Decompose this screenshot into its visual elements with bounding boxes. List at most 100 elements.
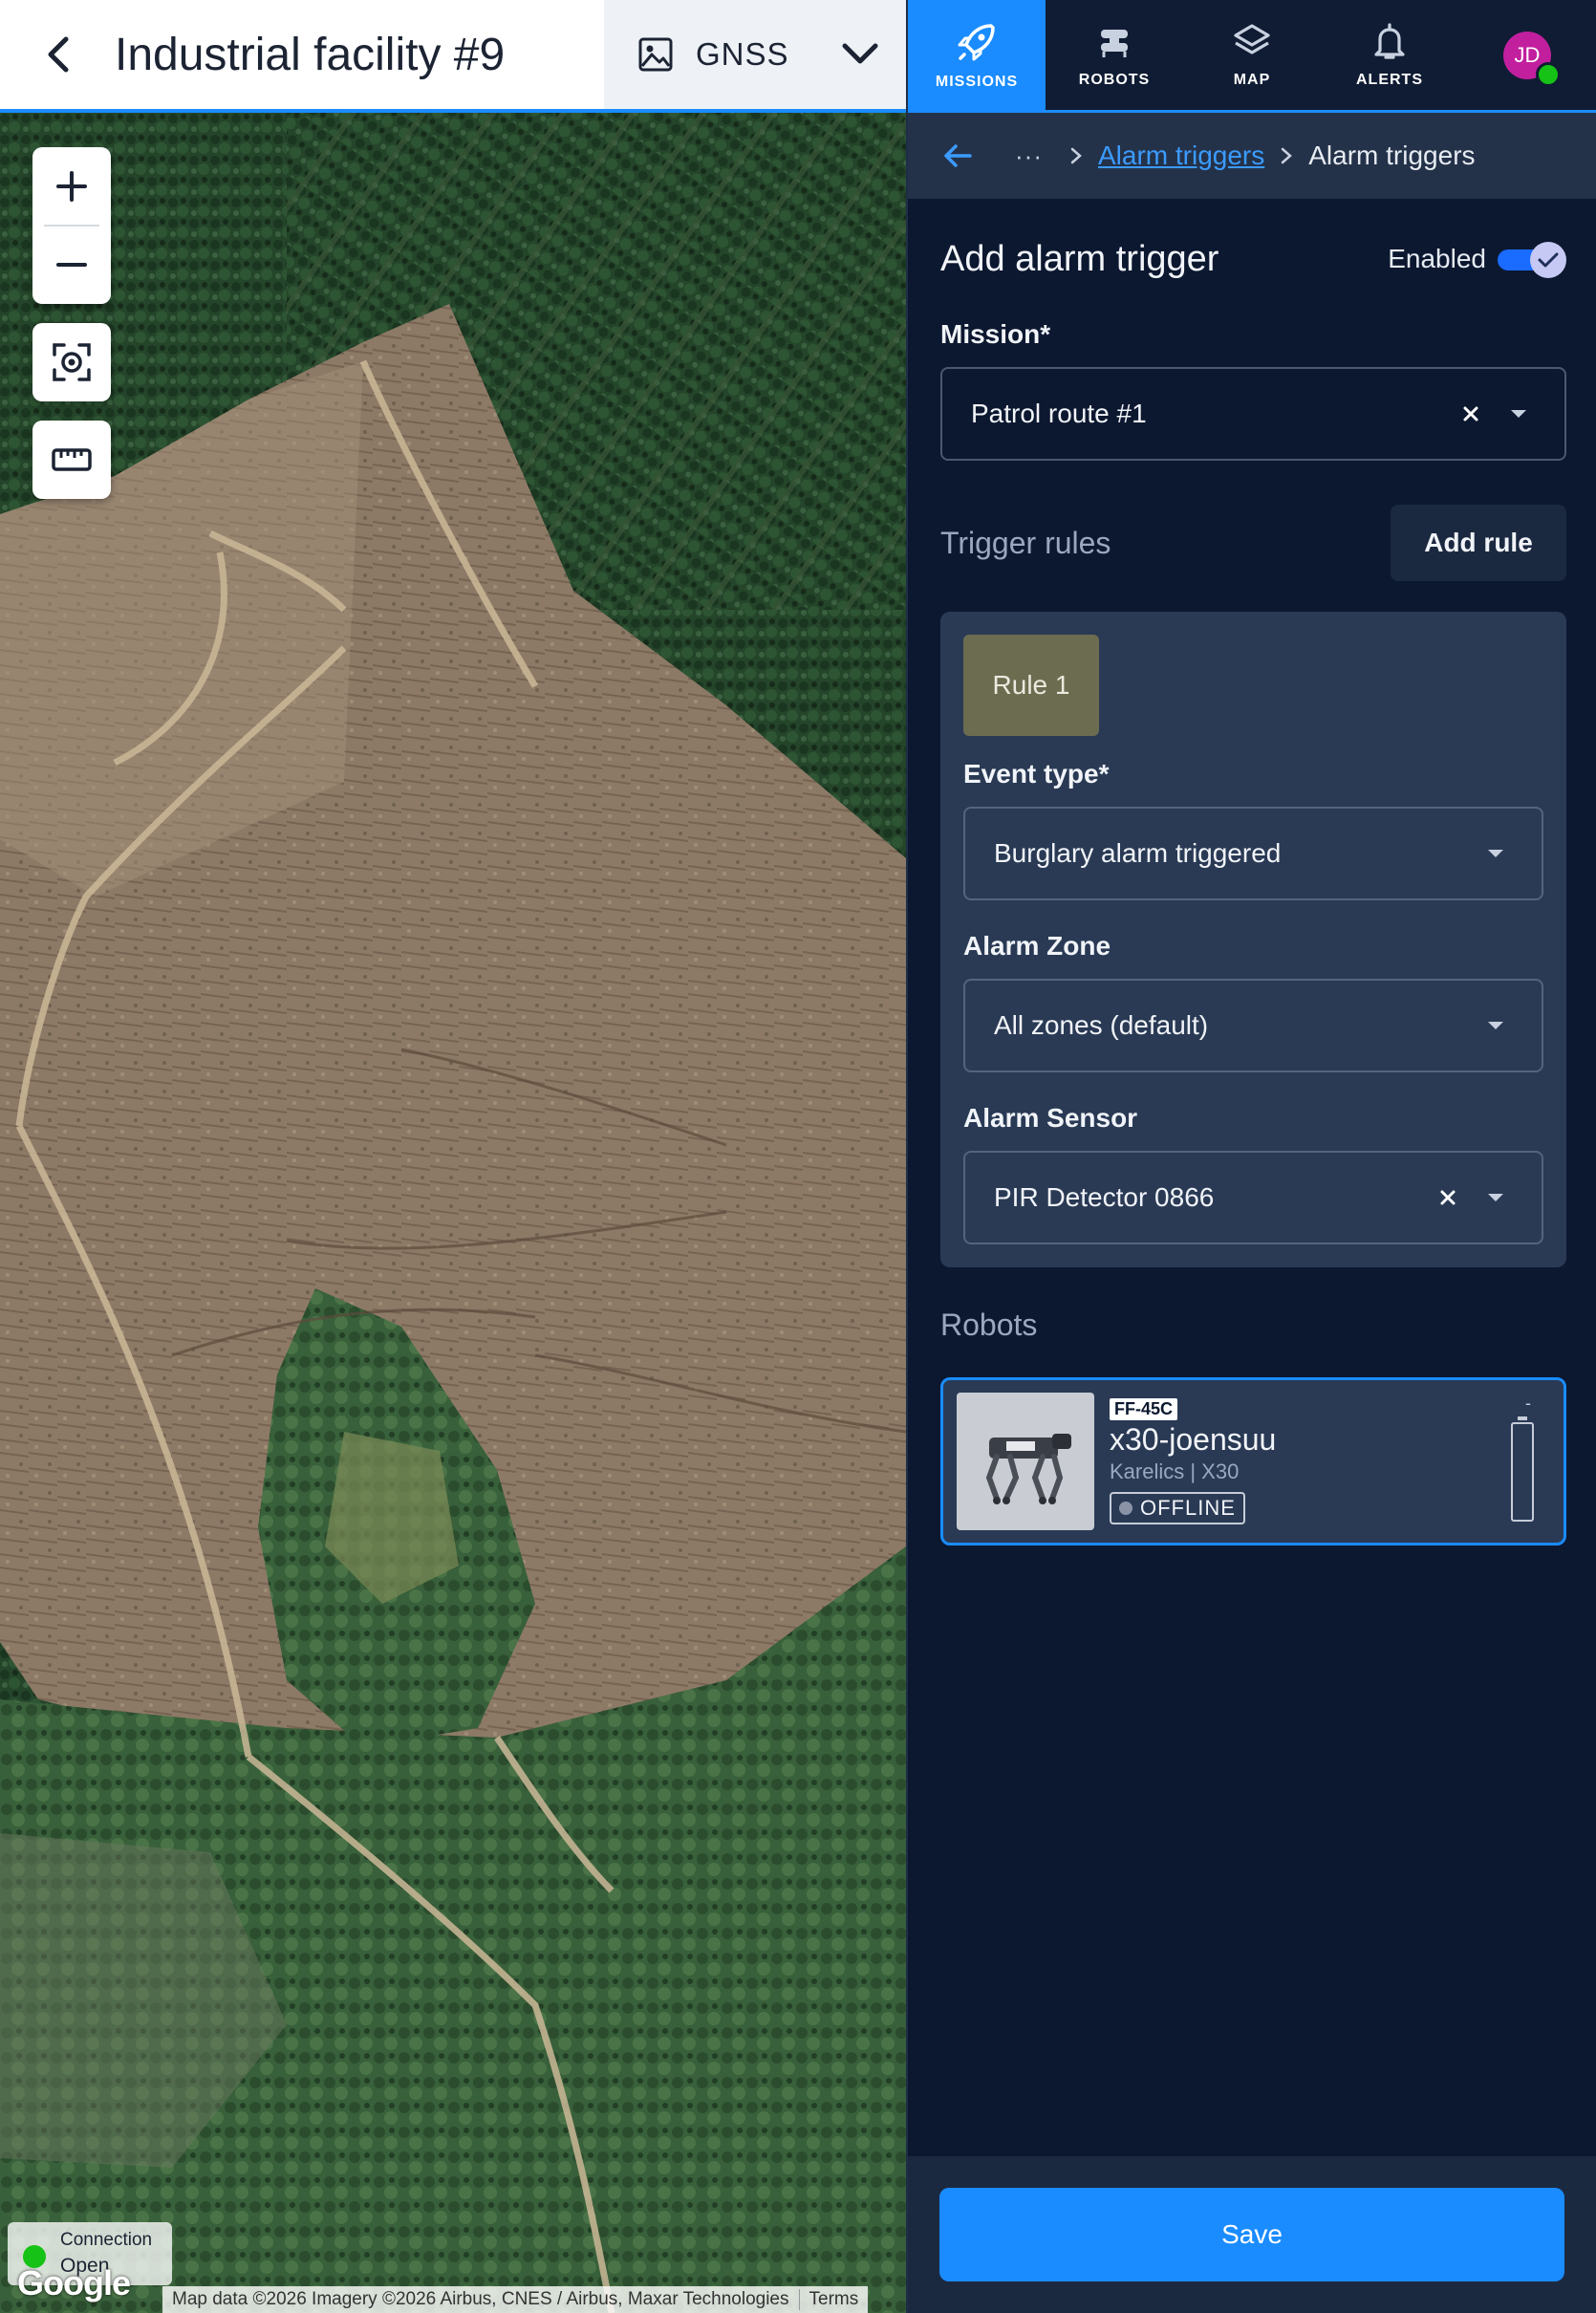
robot-icon (1101, 29, 1128, 57)
online-status-dot (1536, 61, 1561, 87)
event-type-select[interactable]: Burglary alarm triggered (963, 807, 1543, 900)
nav-alerts-label: ALERTS (1356, 71, 1423, 88)
map-source-label: GNSS (696, 36, 789, 72)
battery-icon (1510, 1416, 1535, 1522)
zoom-control (32, 147, 111, 304)
event-type-caret (1478, 849, 1513, 858)
trigger-rules-header: Trigger rules Add rule (940, 505, 1566, 581)
google-logo: Google (17, 2263, 131, 2302)
alarm-zone-label: Alarm Zone (963, 931, 1111, 961)
caret-down-icon (1488, 1194, 1503, 1201)
chevron-right-icon (1070, 147, 1082, 164)
robot-name: x30-joensuu (1110, 1422, 1277, 1457)
trigger-rules-title: Trigger rules (940, 525, 1111, 560)
map-source-select[interactable]: GNSS (604, 0, 906, 109)
layers-icon (1234, 23, 1270, 54)
nav-robots[interactable]: ROBOTS (1046, 0, 1183, 110)
breadcrumb-separator (1069, 146, 1083, 165)
enabled-toggle[interactable] (1498, 242, 1566, 278)
robot-code-badge: FF-45C (1110, 1398, 1178, 1420)
measure-button[interactable] (32, 421, 111, 499)
avatar[interactable]: JD (1503, 31, 1561, 87)
enabled-label: Enabled (1388, 244, 1486, 273)
mission-value: Patrol route #1 (971, 399, 1147, 428)
chevron-right-icon (1282, 147, 1293, 164)
form-header: Add alarm trigger Enabled (940, 199, 1566, 319)
nav-map-label: MAP (1233, 71, 1271, 88)
caret-down-icon (1488, 850, 1503, 857)
bell-icon (1374, 22, 1405, 59)
nav-alerts[interactable]: ALERTS (1321, 0, 1458, 110)
map-header: Industrial facility #9 GNSS (0, 0, 906, 113)
breadcrumb-ellipsis[interactable]: ··· (1015, 141, 1043, 171)
mission-label: Mission* (940, 319, 1051, 349)
zoom-out-button[interactable] (32, 227, 111, 304)
nav-missions-label: MISSIONS (935, 73, 1019, 90)
event-type-value: Burglary alarm triggered (994, 838, 1282, 868)
mission-caret (1501, 409, 1536, 419)
arrow-left-icon (944, 144, 972, 167)
alarm-sensor-caret (1478, 1193, 1513, 1202)
rule-card: Rule 1 Event type* Burglary alarm trigge… (940, 612, 1566, 1267)
zoom-in-button[interactable] (32, 147, 111, 225)
battery-body (1511, 1422, 1534, 1522)
alarm-sensor-value: PIR Detector 0866 (994, 1182, 1215, 1212)
map-pane: Industrial facility #9 GNSS Connection O… (0, 0, 906, 2313)
add-rule-button[interactable]: Add rule (1391, 505, 1566, 581)
rule-chip[interactable]: Rule 1 (963, 635, 1099, 736)
satellite-map[interactable] (0, 113, 906, 2313)
robot-info: FF-45C x30-joensuu Karelics | X30 OFFLIN… (1110, 1398, 1550, 1524)
chevron-left-icon (48, 36, 69, 73)
robots-title: Robots (940, 1308, 1038, 1342)
caret-down-icon (1488, 1022, 1503, 1029)
form-title: Add alarm trigger (940, 238, 1219, 279)
avatar-initials: JD (1514, 42, 1541, 67)
terms-link[interactable]: Terms (798, 2289, 869, 2310)
top-navigation: MISSIONS ROBOTS MAP ALERTS JD (908, 0, 1596, 113)
breadcrumb: ··· Alarm triggers Alarm triggers (908, 113, 1596, 199)
nav-missions[interactable]: MISSIONS (908, 0, 1046, 110)
alarm-zone-caret (1478, 1021, 1513, 1030)
breadcrumb-link-alarm-triggers[interactable]: Alarm triggers (1098, 141, 1264, 171)
battery-level-text: - (1525, 1394, 1531, 1413)
alarm-trigger-form: Add alarm trigger Enabled Mission* Patro… (940, 199, 1566, 1546)
side-panel: MISSIONS ROBOTS MAP ALERTS JD ··· Alarm … (906, 0, 1596, 2313)
toggle-knob (1530, 242, 1566, 278)
robot-thumbnail (957, 1393, 1094, 1530)
check-icon (1538, 252, 1559, 268)
back-button[interactable] (0, 0, 115, 109)
alarm-zone-value: All zones (default) (994, 1010, 1209, 1040)
caret-down-icon (1511, 410, 1526, 418)
enabled-control: Enabled (1388, 242, 1566, 278)
robot-model: Karelics | X30 (1110, 1459, 1240, 1483)
robot-card[interactable]: FF-45C x30-joensuu Karelics | X30 OFFLIN… (940, 1377, 1566, 1546)
mission-select[interactable]: Patrol route #1 (940, 367, 1566, 461)
focus-target-icon (53, 343, 91, 381)
user-menu: JD (1458, 0, 1596, 110)
event-type-label: Event type* (963, 759, 1110, 789)
battery-nub (1518, 1416, 1527, 1420)
robot-status-badge: OFFLINE (1110, 1492, 1245, 1524)
alarm-zone-select[interactable]: All zones (default) (963, 979, 1543, 1072)
breadcrumb-current: Alarm triggers (1308, 141, 1476, 170)
plus-icon (56, 170, 87, 202)
nav-robots-label: ROBOTS (1078, 71, 1151, 88)
field-spacer (963, 900, 1543, 927)
status-dot (1119, 1502, 1132, 1515)
nav-map[interactable]: MAP (1183, 0, 1321, 110)
close-icon (1463, 406, 1478, 422)
recenter-button[interactable] (32, 323, 111, 401)
attribution-text: Map data ©2026 Imagery ©2026 Airbus, CNE… (172, 2289, 789, 2309)
field-spacer (963, 1072, 1543, 1099)
chevron-down-icon (842, 43, 878, 64)
image-icon (638, 37, 673, 72)
alarm-sensor-label: Alarm Sensor (963, 1103, 1138, 1133)
alarm-sensor-select[interactable]: PIR Detector 0866 (963, 1151, 1543, 1244)
alarm-sensor-clear-button[interactable] (1431, 1189, 1465, 1206)
connection-label: Connection (60, 2230, 153, 2250)
map-attribution: Map data ©2026 Imagery ©2026 Airbus, CNE… (162, 2286, 869, 2313)
robot-dog-icon (985, 1434, 1071, 1504)
breadcrumb-back-button[interactable] (938, 137, 977, 175)
save-button[interactable]: Save (939, 2188, 1564, 2281)
mission-clear-button[interactable] (1454, 405, 1488, 422)
